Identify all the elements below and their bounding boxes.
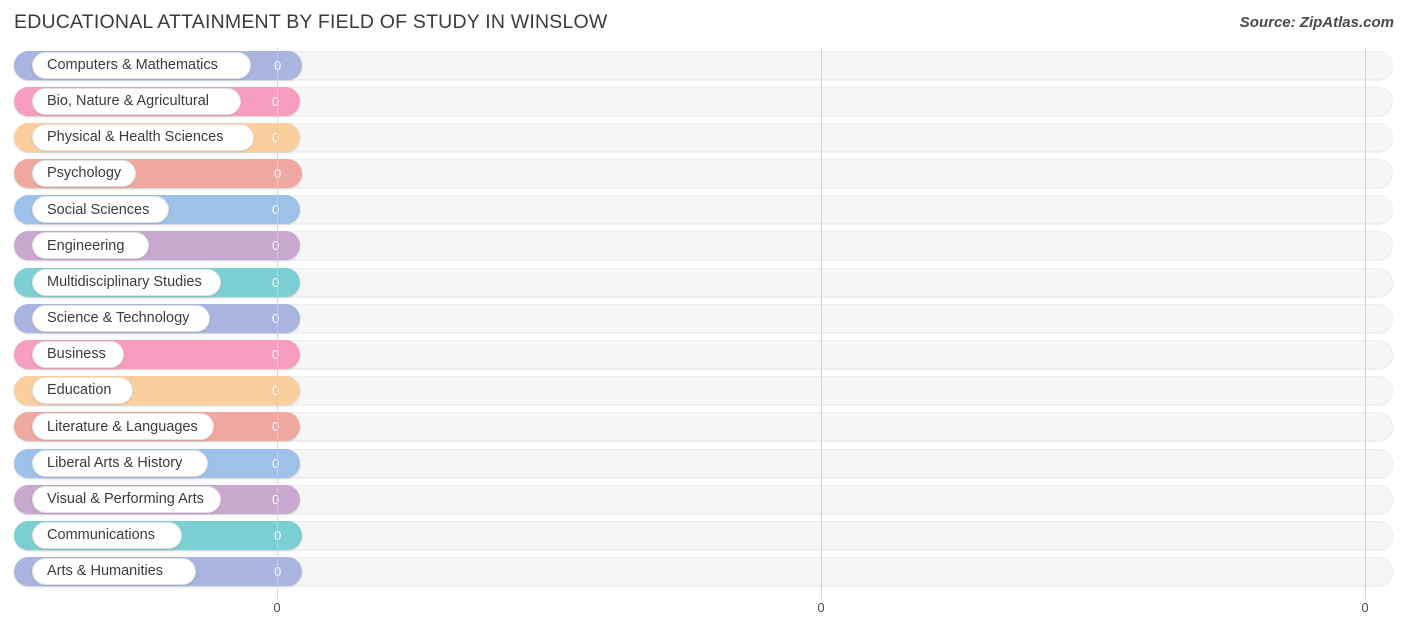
category-label: Business bbox=[47, 346, 106, 363]
category-label-pill: Literature & Languages bbox=[32, 413, 214, 441]
bar-value-label: 0 bbox=[272, 274, 280, 290]
bar-value-label: 0 bbox=[272, 455, 280, 471]
x-axis-tick-label: 0 bbox=[273, 600, 281, 615]
category-label: Bio, Nature & Agricultural bbox=[47, 92, 209, 109]
bar-row[interactable]: Business 0 bbox=[0, 337, 1406, 373]
category-label-pill: Bio, Nature & Agricultural bbox=[32, 87, 241, 115]
bar-value-label: 0 bbox=[272, 129, 280, 145]
page-title: EDUCATIONAL ATTAINMENT BY FIELD OF STUDY… bbox=[14, 11, 608, 33]
category-label: Psychology bbox=[47, 165, 122, 182]
category-label-pill: Visual & Performing Arts bbox=[32, 485, 221, 513]
category-label: Computers & Mathematics bbox=[47, 56, 218, 73]
category-label: Science & Technology bbox=[47, 310, 190, 327]
category-label-pill: Education bbox=[32, 377, 133, 405]
category-label-pill: Computers & Mathematics bbox=[32, 51, 251, 79]
bar-value-label: 0 bbox=[272, 419, 280, 435]
bar-row[interactable]: Physical & Health Sciences 0 bbox=[0, 119, 1406, 155]
x-axis: 0 0 0 bbox=[0, 599, 1406, 632]
bar-value-label: 0 bbox=[274, 166, 282, 182]
bar-row[interactable]: Communications 0 bbox=[0, 517, 1406, 553]
bar-value-label: 0 bbox=[272, 347, 280, 362]
bar-row[interactable]: Arts & Humanities 0 bbox=[0, 554, 1406, 590]
category-label: Arts & Humanities bbox=[47, 563, 164, 580]
category-label: Communications bbox=[47, 527, 155, 544]
bar-row[interactable]: Computers & Mathematics 0 bbox=[0, 47, 1406, 83]
chart-page: EDUCATIONAL ATTAINMENT BY FIELD OF STUDY… bbox=[0, 0, 1406, 632]
category-label-pill: Business bbox=[32, 341, 124, 368]
bar-value-label: 0 bbox=[272, 202, 280, 218]
bar-value-label: 0 bbox=[274, 527, 282, 543]
category-label-pill: Communications bbox=[32, 521, 182, 549]
bar-value-label: 0 bbox=[272, 310, 280, 326]
bar-row[interactable]: Social Sciences 0 bbox=[0, 192, 1406, 228]
category-label-pill: Physical & Health Sciences bbox=[32, 123, 254, 151]
category-label-pill: Liberal Arts & History bbox=[32, 449, 208, 477]
bar-value-label: 0 bbox=[274, 57, 282, 73]
x-axis-tick-label: 0 bbox=[1361, 600, 1369, 615]
bar-row[interactable]: Literature & Languages 0 bbox=[0, 409, 1406, 445]
plot-area: Computers & Mathematics 0 Bio, Nature & Ag… bbox=[0, 47, 1406, 599]
chart-header: EDUCATIONAL ATTAINMENT BY FIELD OF STUDY… bbox=[0, 0, 1406, 46]
bar-rows: Computers & Mathematics 0 Bio, Nature & Ag… bbox=[0, 47, 1406, 590]
x-axis-tick-label: 0 bbox=[817, 600, 825, 615]
bar-row[interactable]: Bio, Nature & Agricultural 0 bbox=[0, 83, 1406, 119]
category-label-pill: Arts & Humanities bbox=[32, 558, 196, 586]
bar-value-label: 0 bbox=[272, 93, 280, 109]
bar-row[interactable]: Multidisciplinary Studies 0 bbox=[0, 264, 1406, 300]
source-attribution: Source: ZipAtlas.com bbox=[1239, 14, 1394, 31]
bar-value-label: 0 bbox=[272, 383, 280, 399]
bar-row[interactable]: Engineering 0 bbox=[0, 228, 1406, 264]
category-label: Literature & Languages bbox=[47, 418, 198, 435]
bar-value-label: 0 bbox=[272, 238, 280, 254]
bar-value-label: 0 bbox=[272, 491, 280, 507]
category-label: Engineering bbox=[47, 237, 125, 254]
bar-row[interactable]: Visual & Performing Arts 0 bbox=[0, 481, 1406, 517]
category-label: Education bbox=[47, 382, 112, 399]
category-label-pill: Engineering bbox=[32, 232, 149, 260]
category-label: Visual & Performing Arts bbox=[47, 491, 204, 507]
category-label-pill: Multidisciplinary Studies bbox=[32, 268, 221, 296]
category-label-pill: Psychology bbox=[32, 160, 136, 188]
bar-row[interactable]: Liberal Arts & History 0 bbox=[0, 445, 1406, 481]
category-label: Physical & Health Sciences bbox=[47, 129, 224, 146]
bar-row[interactable]: Education 0 bbox=[0, 373, 1406, 409]
category-label: Liberal Arts & History bbox=[47, 454, 183, 471]
bar-row[interactable]: Psychology 0 bbox=[0, 156, 1406, 192]
category-label: Multidisciplinary Studies bbox=[47, 273, 202, 290]
category-label: Social Sciences bbox=[47, 201, 150, 218]
bar-value-label: 0 bbox=[274, 564, 282, 580]
bar-row[interactable]: Science & Technology 0 bbox=[0, 300, 1406, 336]
category-label-pill: Science & Technology bbox=[32, 304, 210, 332]
category-label-pill: Social Sciences bbox=[32, 196, 169, 224]
